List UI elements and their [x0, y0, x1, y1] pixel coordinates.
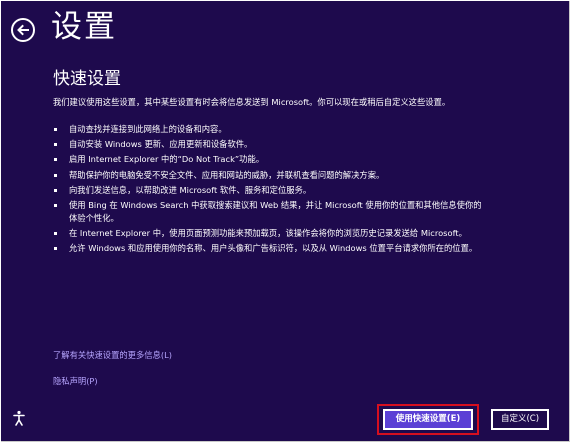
list-item: 启用 Internet Explorer 中的“Do Not Track”功能。 — [53, 153, 553, 166]
bullet-marker — [54, 203, 57, 207]
list-item: 使用 Bing 在 Windows Search 中获取搜索建议和 Web 结果… — [53, 199, 553, 225]
use-express-settings-button[interactable]: 使用快速设置(E) — [383, 409, 473, 430]
intro-text: 我们建议使用这些设置，其中某些设置有时会将信息发送到 Microsoft。你可以… — [53, 97, 451, 107]
privacy-link[interactable]: 隐私声明(P) — [53, 375, 98, 387]
list-item-text: 启用 Internet Explorer 中的“Do Not Track”功能。 — [69, 154, 265, 165]
bullet-marker — [54, 247, 57, 251]
bullet-marker — [54, 188, 57, 192]
bullet-marker — [54, 128, 57, 131]
list-item-text: 自动查找并连接到此网络上的设备和内容。 — [69, 124, 227, 134]
list-item: 帮助保护你的电脑免受不安全文件、应用和网站的威胁，并联机查看问题的解决方案。 — [53, 169, 553, 182]
customize-button[interactable]: 自定义(C) — [491, 409, 549, 430]
list-item-text: 允许 Windows 和应用使用你的名称、用户头像和广告标识符，以及从 Wind… — [69, 243, 478, 254]
list-item: 向我们发送信息，以帮助改进 Microsoft 软件、服务和定位服务。 — [53, 184, 553, 197]
list-item: 自动安装 Windows 更新、应用更新和设备软件。 — [53, 138, 553, 151]
list-item-text: 自动安装 Windows 更新、应用更新和设备软件。 — [69, 139, 253, 150]
list-item: 在 Internet Explorer 中，使用页面预测功能来预加载页，该操作会… — [53, 227, 553, 240]
list-item: 允许 Windows 和应用使用你的名称、用户头像和广告标识符，以及从 Wind… — [53, 242, 553, 255]
ease-of-access-icon[interactable] — [11, 410, 27, 426]
page-title: 设置 — [51, 9, 117, 45]
bullet-marker — [54, 158, 57, 162]
setup-screen: 设置 快速设置 我们建议使用这些设置，其中某些设置有时会将信息发送到 Micro… — [1, 1, 570, 442]
bullet-marker — [54, 143, 57, 147]
list-item-text: 使用 Bing 在 Windows Search 中获取搜索建议和 Web 结果… — [69, 199, 482, 223]
settings-list: 自动查找并连接到此网络上的设备和内容。自动安装 Windows 更新、应用更新和… — [53, 123, 553, 258]
section-title: 快速设置 — [53, 69, 121, 89]
list-item-text: 帮助保护你的电脑免受不安全文件、应用和网站的威胁，并联机查看问题的解决方案。 — [69, 169, 385, 180]
back-button[interactable] — [11, 18, 35, 42]
back-arrow-icon — [17, 24, 29, 36]
learn-more-link[interactable]: 了解有关快速设置的更多信息(L) — [53, 349, 172, 361]
bullet-marker — [54, 173, 57, 177]
list-item-text: 向我们发送信息，以帮助改进 Microsoft 软件、服务和定位服务。 — [69, 184, 312, 195]
bullet-marker — [54, 232, 57, 236]
list-item-text: 在 Internet Explorer 中，使用页面预测功能来预加载页，该操作会… — [69, 228, 467, 239]
list-item: 自动查找并连接到此网络上的设备和内容。 — [53, 123, 553, 136]
